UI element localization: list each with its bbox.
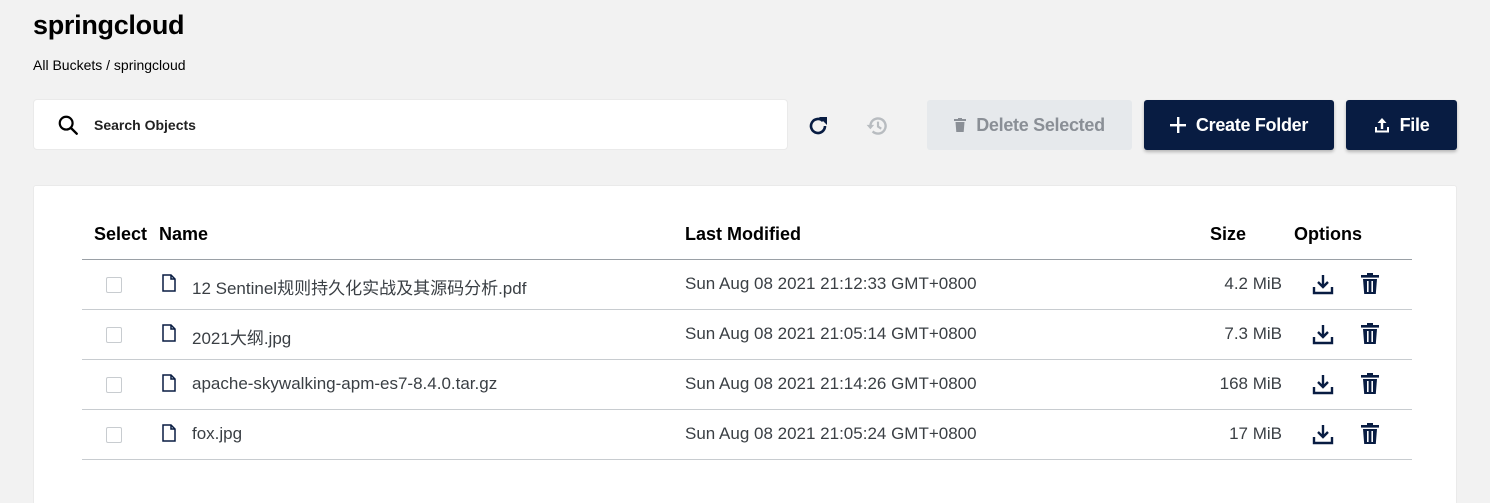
column-header-options: Options xyxy=(1294,224,1362,244)
file-name[interactable]: 12 Sentinel规则持久化实战及其源码分析.pdf xyxy=(192,274,526,299)
page-title: springcloud xyxy=(33,10,185,40)
table-row[interactable]: 12 Sentinel规则持久化实战及其源码分析.pdf Sun Aug 08 … xyxy=(82,260,1412,310)
refresh-icon[interactable] xyxy=(805,113,831,139)
download-icon[interactable] xyxy=(1312,273,1334,300)
delete-selected-label: Delete Selected xyxy=(976,114,1105,135)
download-icon[interactable] xyxy=(1312,373,1334,400)
file-icon xyxy=(162,324,176,347)
row-checkbox[interactable] xyxy=(106,327,122,343)
download-icon[interactable] xyxy=(1312,423,1334,450)
column-header-size[interactable]: Size xyxy=(1210,224,1246,245)
row-checkbox[interactable] xyxy=(106,277,122,293)
plus-icon xyxy=(1169,117,1186,133)
file-icon xyxy=(162,274,176,297)
history-icon[interactable] xyxy=(865,113,891,139)
search-input[interactable] xyxy=(94,116,694,133)
search-icon xyxy=(56,113,80,137)
search-bar xyxy=(33,99,788,150)
download-icon[interactable] xyxy=(1312,323,1334,350)
file-icon xyxy=(162,424,176,447)
file-name[interactable]: apache-skywalking-apm-es7-8.4.0.tar.gz xyxy=(192,374,497,394)
delete-icon[interactable] xyxy=(1361,323,1379,350)
column-header-name[interactable]: Name xyxy=(159,224,208,245)
delete-selected-button[interactable]: Delete Selected xyxy=(927,100,1132,150)
upload-file-label: File xyxy=(1399,114,1430,135)
create-folder-label: Create Folder xyxy=(1195,114,1309,135)
file-modified: Sun Aug 08 2021 21:05:14 GMT+0800 xyxy=(685,324,977,343)
file-size: 168 MiB xyxy=(1219,374,1282,393)
trash-icon xyxy=(954,118,967,132)
table-header: Select Name Last Modified Size Options xyxy=(82,216,1412,260)
breadcrumb[interactable]: All Buckets / springcloud xyxy=(33,57,186,73)
file-size: 7.3 MiB xyxy=(1224,324,1282,343)
delete-icon[interactable] xyxy=(1361,373,1379,400)
file-size: 4.2 MiB xyxy=(1224,274,1282,293)
delete-icon[interactable] xyxy=(1361,423,1379,450)
file-modified: Sun Aug 08 2021 21:14:26 GMT+0800 xyxy=(685,374,977,393)
table-row[interactable]: apache-skywalking-apm-es7-8.4.0.tar.gz S… xyxy=(82,360,1412,410)
column-header-last-modified[interactable]: Last Modified xyxy=(685,224,801,245)
upload-icon xyxy=(1374,117,1390,133)
file-name[interactable]: 2021大纲.jpg xyxy=(192,324,291,349)
object-list-panel: Select Name Last Modified Size Options 1… xyxy=(33,185,1457,503)
file-name[interactable]: fox.jpg xyxy=(192,424,242,444)
column-header-select: Select xyxy=(94,224,148,244)
file-modified: Sun Aug 08 2021 21:05:24 GMT+0800 xyxy=(685,424,977,443)
row-checkbox[interactable] xyxy=(106,427,122,443)
row-checkbox[interactable] xyxy=(106,377,122,393)
file-size: 17 MiB xyxy=(1229,424,1282,443)
delete-icon[interactable] xyxy=(1361,273,1379,300)
upload-file-button[interactable]: File xyxy=(1346,100,1457,150)
file-icon xyxy=(162,374,176,397)
create-folder-button[interactable]: Create Folder xyxy=(1144,100,1334,150)
table-row[interactable]: fox.jpg Sun Aug 08 2021 21:05:24 GMT+080… xyxy=(82,410,1412,460)
file-modified: Sun Aug 08 2021 21:12:33 GMT+0800 xyxy=(685,274,977,293)
table-row[interactable]: 2021大纲.jpg Sun Aug 08 2021 21:05:14 GMT+… xyxy=(82,310,1412,360)
